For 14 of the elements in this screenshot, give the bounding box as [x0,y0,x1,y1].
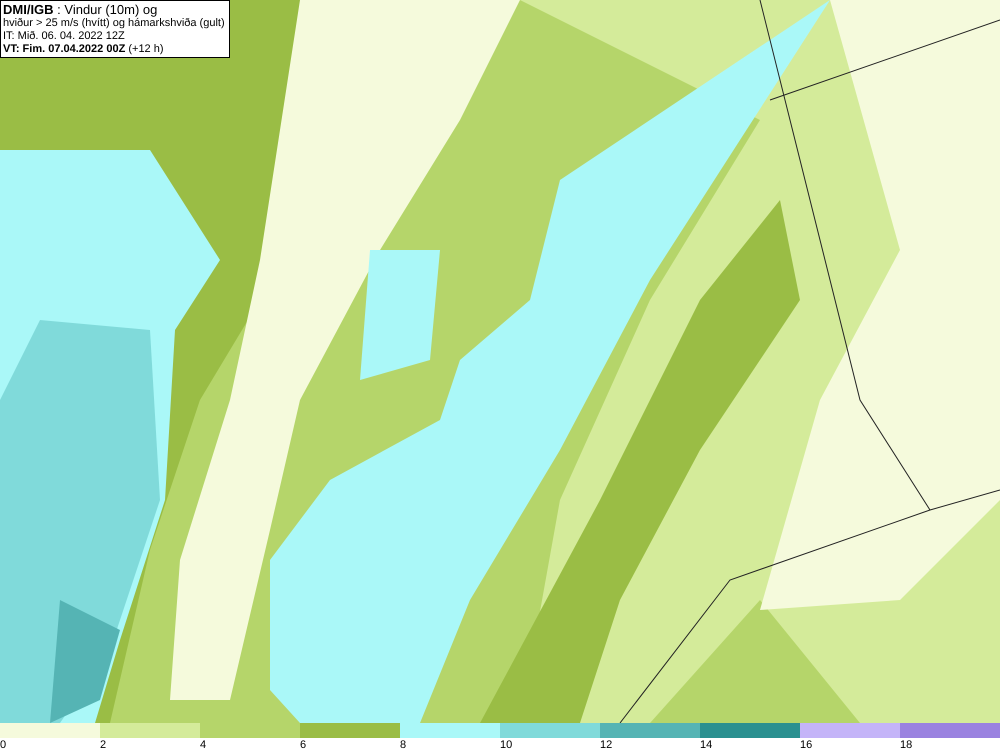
legend-label: 14 [700,738,712,753]
legend-label: 12 [600,738,612,753]
title-text: VT: Fim. 07.04.2022 00Z (+12 h) [3,43,165,56]
legend-label: 10 [500,738,512,753]
legend-label: 16 [800,738,812,753]
legend-label: 0 [0,738,6,753]
legend-label: 4 [200,738,206,753]
title-text: DMI/IGB : Vindur (10m) og [3,2,158,17]
legend-label: 8 [400,738,406,753]
title-text: hviður > 25 m/s (hvítt) og hámarkshviða (gult) [3,17,226,30]
legend-label: 18 [900,738,912,753]
title-text: IT: Mið. 06. 04. 2022 12Z [3,30,126,43]
legend-label: 6 [300,738,306,753]
legend-label: 2 [100,738,106,753]
